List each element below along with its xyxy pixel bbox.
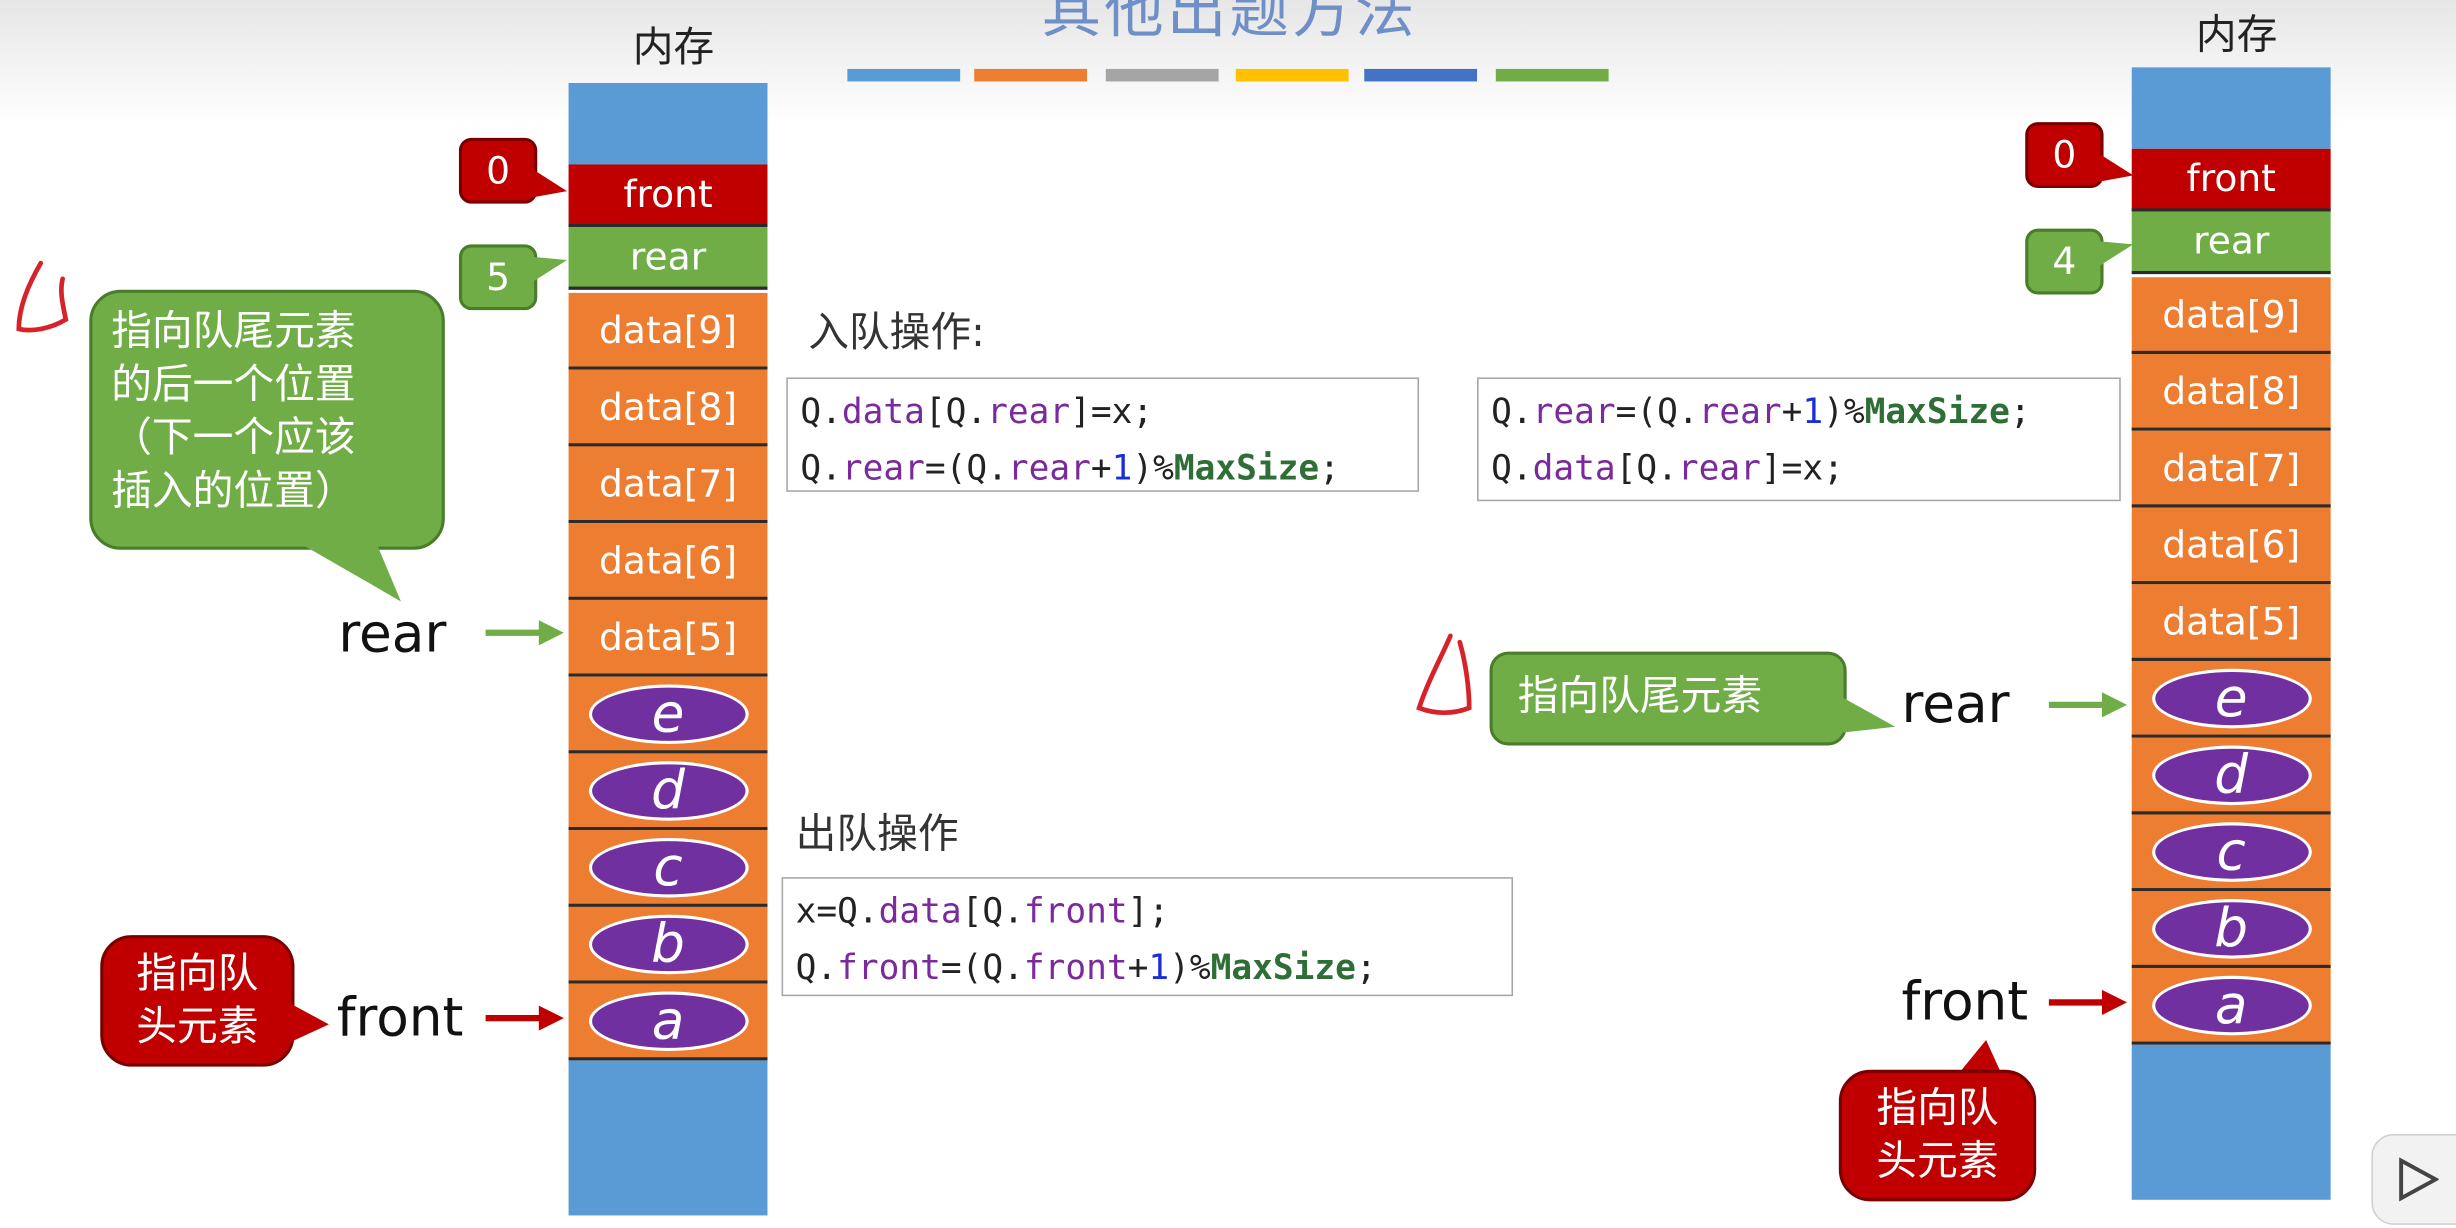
memory-block — [568, 1060, 768, 1216]
data-cell: data[5] — [2131, 584, 2331, 661]
callout-line: 指向队尾元素 — [111, 308, 356, 356]
handwritten-mark — [16, 260, 69, 333]
callout-line: 头元素 — [136, 1003, 259, 1051]
element-cell: d — [2131, 737, 2331, 815]
title-strip — [1495, 68, 1609, 82]
enqueue-label: 入队操作: — [808, 310, 985, 358]
front-callout: 指向队 头元素 — [100, 935, 295, 1067]
slide: 其他出题方法 内存 front rear data[9] data[8] dat… — [0, 0, 2456, 1228]
enqueue-code-right: Q.rear=(Q.rear+1)%MaxSize; Q.data[Q.rear]… — [1477, 377, 2121, 502]
front-cell: front — [2131, 148, 2331, 212]
callout-tail — [297, 541, 401, 602]
element-c: c — [588, 837, 748, 897]
callout-line: 头元素 — [1876, 1138, 1999, 1186]
data-cell: data[5] — [568, 599, 768, 677]
element-a: a — [2151, 975, 2312, 1035]
data-cell: data[7] — [2131, 430, 2331, 508]
front-pointer-arrow — [485, 1005, 564, 1031]
data-cell: data[6] — [568, 523, 768, 600]
data-cell: data[9] — [568, 292, 768, 370]
front-callout: 指向队 头元素 — [1838, 1069, 2037, 1202]
handwritten-mark — [1416, 633, 1472, 716]
element-cell: b — [568, 906, 768, 984]
memory-column-right: front rear data[9] data[8] data[7] data[… — [2131, 67, 2331, 1200]
element-e: e — [588, 683, 748, 744]
memory-label: 内存 — [632, 25, 715, 73]
dequeue-label: 出队操作 — [795, 811, 959, 859]
memory-block — [568, 83, 768, 165]
callout-line: （下一个应该 — [111, 415, 356, 463]
title-strip — [847, 68, 961, 82]
front-pointer-label: front — [1901, 971, 2029, 1034]
data-cell: data[8] — [568, 369, 768, 447]
tag-pointer — [532, 169, 568, 198]
tag-pointer — [2098, 241, 2134, 267]
enqueue-code-left: Q.data[Q.rear]=x; Q.rear=(Q.rear+1)%MaxSi… — [786, 377, 1420, 492]
memory-block — [2131, 1044, 2331, 1200]
rear-callout: 指向队尾元素 的后一个位置 （下一个应该 插入的位置） — [89, 289, 445, 550]
play-button[interactable] — [2371, 1134, 2456, 1225]
rear-value-tag: 5 — [458, 244, 538, 311]
data-cell: data[9] — [2131, 277, 2331, 354]
play-icon — [2399, 1157, 2439, 1202]
title-strip — [1364, 68, 1478, 82]
rear-pointer-arrow — [485, 620, 564, 646]
rear-cell: rear — [568, 227, 768, 290]
element-d: d — [2151, 744, 2312, 805]
tag-pointer — [2098, 153, 2134, 182]
dequeue-code: x=Q.data[Q.front]; Q.front=(Q.front+1)%Ma… — [781, 877, 1514, 997]
rear-pointer-arrow — [2048, 692, 2128, 718]
memory-label: 内存 — [2195, 12, 2278, 60]
element-d: d — [588, 760, 748, 820]
front-cell: front — [568, 164, 768, 228]
front-pointer-arrow — [2048, 989, 2128, 1015]
data-cell: data[6] — [2131, 507, 2331, 585]
callout-tail — [1838, 695, 1896, 734]
element-cell: a — [2131, 967, 2331, 1045]
element-cell: c — [2131, 814, 2331, 892]
front-value-tag: 0 — [2025, 122, 2104, 188]
element-cell: b — [2131, 891, 2331, 968]
element-e: e — [2151, 668, 2312, 728]
memory-column-left: front rear data[9] data[8] data[7] data[… — [568, 83, 768, 1216]
rear-cell: rear — [2131, 211, 2331, 275]
rear-pointer-label: rear — [1901, 673, 2010, 737]
callout-line: 插入的位置） — [111, 468, 356, 516]
rear-value-tag: 4 — [2025, 228, 2104, 295]
slide-title: 其他出题方法 — [1041, 0, 1418, 46]
rear-callout: 指向队尾元素 — [1489, 651, 1847, 746]
element-cell: d — [568, 753, 768, 831]
front-pointer-label: front — [336, 986, 464, 1050]
element-cell: e — [568, 676, 768, 754]
data-cell: data[8] — [2131, 353, 2331, 431]
element-b: b — [588, 913, 748, 974]
element-cell: a — [568, 983, 768, 1061]
element-a: a — [588, 990, 748, 1051]
memory-block — [2131, 67, 2331, 149]
callout-tail — [288, 1002, 329, 1044]
front-value-tag: 0 — [458, 137, 538, 204]
rear-pointer-label: rear — [338, 603, 447, 666]
callout-line: 的后一个位置 — [111, 361, 356, 409]
title-strip — [974, 68, 1088, 82]
element-cell: c — [568, 830, 768, 907]
callout-line: 指向队 — [136, 950, 259, 998]
title-strip — [1235, 68, 1349, 82]
element-c: c — [2151, 821, 2312, 882]
element-cell: e — [2131, 660, 2331, 738]
title-strip — [1105, 68, 1219, 82]
callout-line: 指向队 — [1876, 1085, 1999, 1133]
tag-pointer — [532, 256, 568, 282]
element-b: b — [2151, 898, 2312, 958]
data-cell: data[7] — [568, 446, 768, 524]
